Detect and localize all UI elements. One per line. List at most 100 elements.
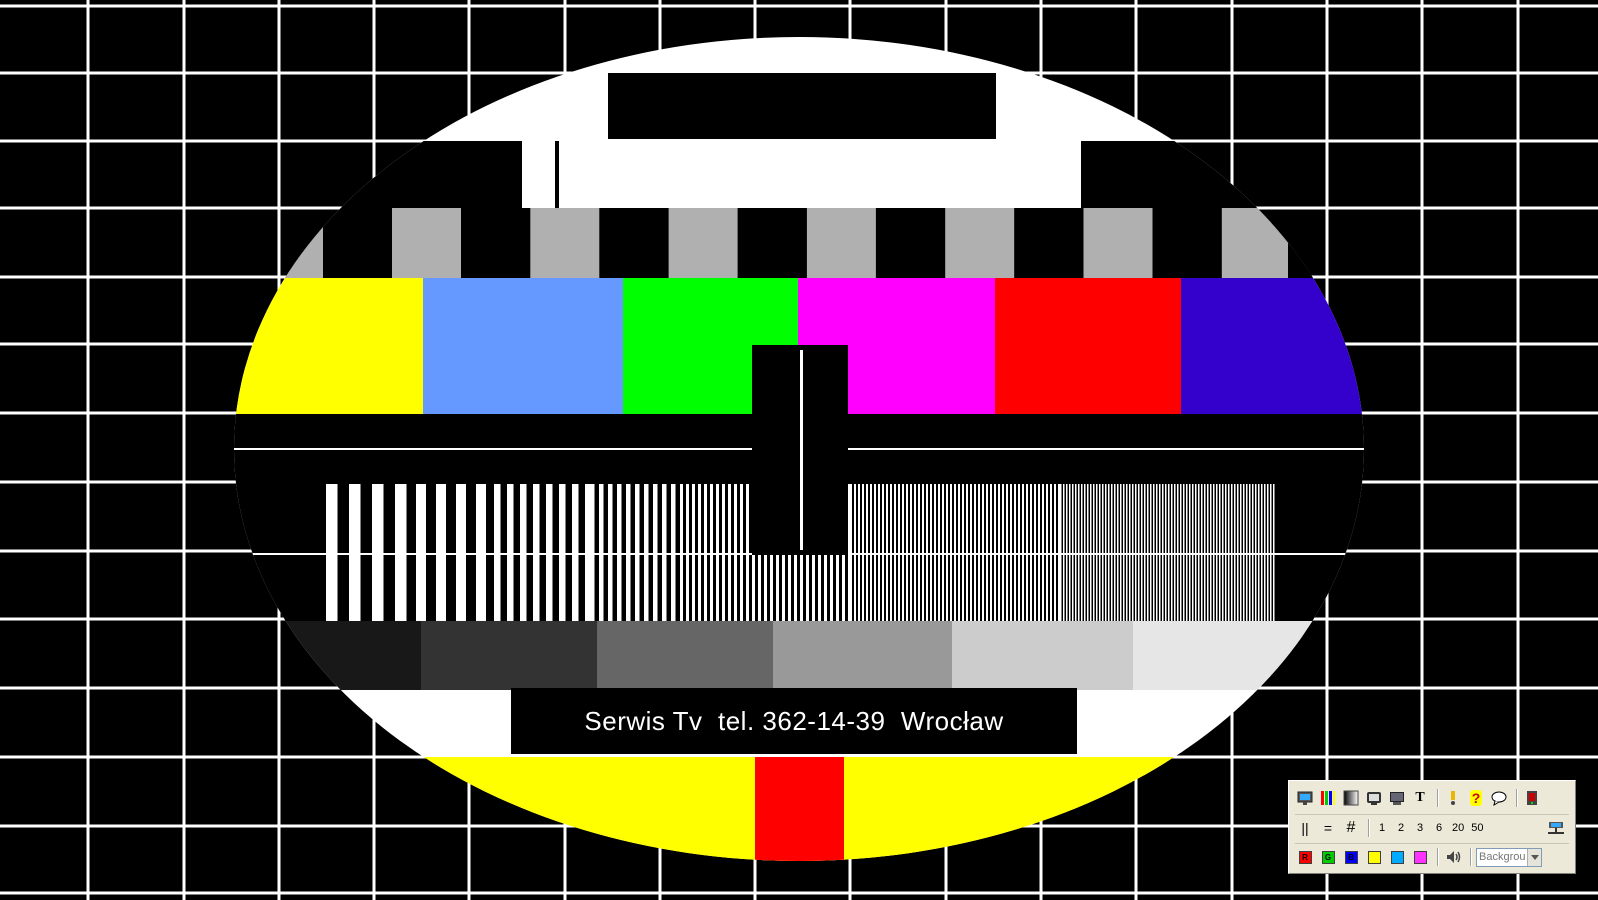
frequency-stripe [1195,484,1197,621]
frequency-stripe [1225,484,1227,621]
frequency-stripe [456,484,466,621]
line-width-button-3[interactable]: 3 [1412,818,1428,838]
color-bars-icon[interactable] [1318,788,1338,808]
speaker-icon[interactable] [1443,847,1463,867]
frequency-stripe [572,484,579,621]
frequency-stripe [1183,484,1185,621]
text-icon[interactable]: T [1410,788,1430,808]
color-button-c4[interactable] [1387,847,1407,867]
frequency-stripe [1087,484,1089,621]
frequency-stripe [902,484,904,621]
frequency-stripe [1153,484,1155,621]
color-button-B[interactable]: B [1341,847,1361,867]
frequency-stripe [1156,484,1158,621]
monitor-icon[interactable] [1295,788,1315,808]
frequency-stripe [1096,484,1098,621]
frequency-stripe [930,484,932,621]
frequency-stripe [546,484,553,621]
frequency-stripe [559,484,566,621]
frequency-stripe [644,484,649,621]
toolbar-row-colors: R G B Backgrou [1295,843,1569,870]
network-icon[interactable] [1546,818,1566,838]
tv-icon[interactable] [1364,788,1384,808]
background-select[interactable]: Backgrou [1476,847,1542,867]
gray-step [952,621,1133,690]
frequency-stripe [692,484,695,621]
frequency-stripe [942,484,944,621]
frequency-stripe [1026,484,1028,621]
frequency-stripe [934,484,936,621]
color-button-c3[interactable] [1364,847,1384,867]
info-icon[interactable] [1443,788,1463,808]
frequency-stripe [1174,484,1176,621]
frequency-stripe [1207,484,1209,621]
frequency-stripe [1038,484,1040,621]
frequency-stripe [1018,484,1020,621]
frequency-stripe [349,484,361,621]
frequency-stripe [1201,484,1203,621]
line-mode-label: # [1346,819,1356,836]
frequency-stripe [1192,484,1194,621]
frequency-stripe [874,484,876,621]
color-button-G[interactable]: G [1318,847,1338,867]
frequency-stripe [1186,484,1188,621]
vertical-lines-button[interactable]: || [1295,818,1315,838]
caption-box: Serwis Tv tel. 362-14-39 Wrocław [511,688,1077,754]
line-width-label: 20 [1452,822,1465,834]
chevron-down-icon[interactable] [1527,848,1541,866]
checker-cell [530,208,600,278]
frequency-stripe [1150,484,1152,621]
frequency-stripe [1102,484,1104,621]
frequency-stripe [662,484,667,621]
grid-line-horizontal [0,891,1598,895]
line-width-label: 1 [1378,822,1386,834]
frequency-stripe [1034,484,1036,621]
line-width-button-2[interactable]: 2 [1393,818,1409,838]
frequency-stripe [878,484,880,621]
frequency-stripe [914,484,916,621]
line-width-button-6[interactable]: 6 [1431,818,1447,838]
frequency-stripe [938,484,940,621]
frequency-stripe [1090,484,1092,621]
frequency-stripe [886,484,888,621]
frequency-stripe [1105,484,1107,621]
frequency-stripe [918,484,920,621]
frequency-stripe [978,484,980,621]
line-width-button-1[interactable]: 1 [1374,818,1390,838]
frequency-stripe [1270,484,1272,621]
display-icon[interactable] [1387,788,1407,808]
color-button-R[interactable]: R [1295,847,1315,867]
horizontal-lines-button[interactable]: = [1318,818,1338,838]
frequency-stripe [1075,484,1077,621]
frequency-stripe [1135,484,1137,621]
frequency-stripe [1081,484,1083,621]
frequency-stripe [994,484,996,621]
frequency-stripe [946,484,948,621]
frequency-stripe [1141,484,1143,621]
center-cross-line [800,350,803,550]
grid-line-vertical [1420,0,1424,900]
help-icon[interactable]: ? [1466,788,1486,808]
frequency-stripe [1165,484,1167,621]
frequency-stripe [1117,484,1119,621]
line-width-button-20[interactable]: 20 [1450,818,1466,838]
color-swatch-label: G [1324,852,1332,862]
frequency-stripe [608,484,613,621]
frequency-stripe [1114,484,1116,621]
frequency-stripe [1138,484,1140,621]
checker-cell [945,208,1015,278]
frequency-stripe [966,484,968,621]
grid-lines-button[interactable]: # [1341,818,1361,838]
frequency-stripe [1002,484,1004,621]
gradient-icon[interactable] [1341,788,1361,808]
frequency-stripe [520,484,527,621]
frequency-stripe [1054,484,1056,621]
line-width-button-50[interactable]: 50 [1469,818,1485,838]
checker-cell [392,208,461,278]
exit-icon[interactable] [1522,788,1542,808]
frequency-stripe [990,484,992,621]
frequency-stripe [1072,484,1074,621]
frequency-stripe [1237,484,1239,621]
speech-icon[interactable] [1489,788,1509,808]
color-button-c5[interactable] [1410,847,1430,867]
